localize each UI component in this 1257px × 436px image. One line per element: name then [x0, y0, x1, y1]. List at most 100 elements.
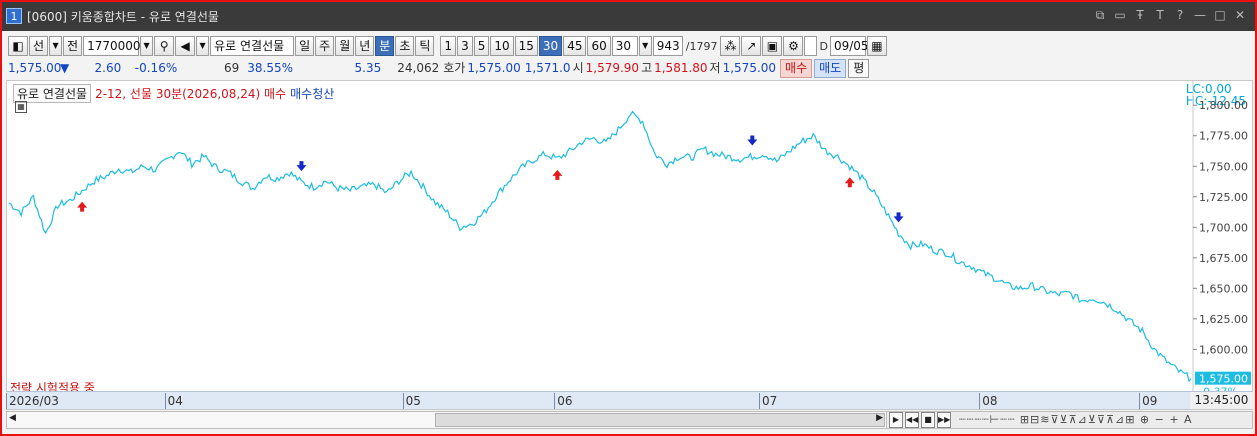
count-input[interactable]: 943 [652, 36, 683, 56]
period-second[interactable]: 초 [395, 36, 415, 56]
layout-icon[interactable]: ◧ [8, 36, 28, 56]
playback-controls: ▶ ◀◀ ■ ▶▶ [889, 412, 951, 428]
x-tick-label: 04 [164, 393, 183, 409]
y-tick-label: 1,750.00 [1199, 160, 1248, 173]
window-controls: ⧉ ▭ Ŧ T ? — □ ✕ [1093, 8, 1247, 23]
save-icon[interactable]: ▣ [762, 36, 783, 56]
chevron-down-icon[interactable]: ▼ [140, 36, 154, 56]
period-month[interactable]: 월 [335, 36, 355, 56]
value-2: 38.55% [247, 61, 293, 75]
low-price: 1,575.00 [722, 61, 777, 75]
interval-select[interactable]: 30 [611, 36, 638, 56]
speaker-icon[interactable]: ◀ [175, 36, 196, 56]
rewind-icon[interactable]: ◀◀ [905, 412, 919, 428]
interval-45[interactable]: 45 [563, 36, 587, 56]
interval-15[interactable]: 15 [514, 36, 538, 56]
zoom-tools[interactable]: ┈┈┈┈⊢┈┈ ⊞⊟≋⊽⊻⊼⊿⊻⊽⊼⊿⊞ ⊕ − + A [959, 412, 1252, 428]
code-input[interactable]: 17700000 [83, 36, 148, 56]
tile-icon[interactable]: ⧉ [1093, 8, 1107, 23]
price-change: 2.60 [94, 61, 122, 75]
interval-60[interactable]: 60 [587, 36, 611, 56]
change-percent: -0.16% [134, 61, 178, 75]
low-label: 저 [709, 61, 721, 75]
x-tick-label: 2026/03 [6, 393, 59, 409]
interval-10[interactable]: 10 [490, 36, 514, 56]
interval-5[interactable]: 5 [473, 36, 490, 56]
buy-signal-icon [77, 201, 88, 212]
buy-signal-icon [552, 169, 563, 180]
bottom-bar: ◀ ▶ ▶ ◀◀ ■ ▶▶ ┈┈┈┈⊢┈┈ ⊞⊟≋⊽⊻⊼⊿⊻⊽⊼⊿⊞ ⊕ − +… [6, 411, 1253, 429]
period-minute[interactable]: 분 [375, 36, 395, 56]
x-tick-label: 05 [402, 393, 421, 409]
y-tick-label: 1,775.00 [1199, 130, 1248, 143]
trend-tool-icon[interactable]: ↗ [741, 36, 762, 56]
product-name-field: 유로 연결선물 [210, 36, 295, 56]
gear-icon[interactable]: ⚙ [783, 36, 804, 56]
chevron-down-icon[interactable]: ▼ [196, 36, 210, 56]
x-tick-label: 09 [1139, 393, 1157, 409]
count-total: /1797 [685, 39, 718, 53]
scroll-right-icon[interactable]: ▶ [876, 413, 883, 423]
y-tick-label: 1,625.00 [1199, 313, 1248, 326]
window-title: [0600] 키움종합차트 - 유로 연결선물 [27, 10, 219, 24]
period-year[interactable]: 년 [355, 36, 375, 56]
volume: 24,062 [397, 61, 440, 75]
d-checkbox-label: D [819, 39, 828, 53]
copy-icon[interactable]: ▭ [1113, 8, 1127, 23]
current-price: 1,575.00 [8, 61, 62, 75]
quote-bar: 1,575.00 ▼ 2.60 -0.16% 69 38.55% 5.35 24… [8, 58, 1253, 79]
chevron-down-icon[interactable]: ▼ [49, 36, 63, 56]
value-1: 69 [223, 61, 240, 75]
open-label: 시 [572, 61, 584, 75]
interval-3[interactable]: 3 [457, 36, 473, 56]
interval-30[interactable]: 30 [538, 36, 563, 56]
interval-1[interactable]: 1 [440, 36, 457, 56]
down-arrow-icon: ▼ [60, 61, 70, 75]
value-3: 5.35 [354, 61, 382, 75]
sell-signal-icon [747, 135, 758, 146]
period-week[interactable]: 주 [315, 36, 335, 56]
title-bar: 1 [0600] 키움종합차트 - 유로 연결선물 ⧉ ▭ Ŧ T ? — □ … [2, 2, 1255, 31]
sell-button[interactable]: 매도 [814, 59, 847, 78]
zoom-icon[interactable]: ⁂ [720, 36, 741, 56]
eval-button[interactable]: 평 [848, 59, 870, 78]
close-icon[interactable]: ✕ [1233, 8, 1247, 23]
chart-scrollbar[interactable]: ◀ ▶ [7, 412, 887, 428]
chart-svg: 1,800.00 1,775.00 1,750.00 1,725.00 1,700.00… [8, 81, 1251, 391]
sell-signal-icon [296, 161, 307, 172]
open-price: 1,579.90 [585, 61, 640, 75]
high-price: 1,581.80 [654, 61, 708, 75]
pin-icon[interactable]: Ŧ [1133, 8, 1147, 23]
search-icon[interactable]: ⚲ [154, 36, 175, 56]
buy-button[interactable]: 매수 [780, 59, 813, 78]
price-chart-area[interactable]: 유로 연결선물 2-12, 선물 30분(2026,08,24) 매수 매수청산… [6, 80, 1253, 410]
chart-window: 1 [0600] 키움종합차트 - 유로 연결선물 ⧉ ▭ Ŧ T ? — □ … [0, 0, 1257, 436]
forward-icon[interactable]: ▶▶ [937, 412, 951, 428]
d-checkbox[interactable] [804, 36, 818, 56]
y-tick-label: 1,725.00 [1199, 191, 1248, 204]
price-line [8, 110, 1192, 383]
x-axis: 2026/03 04 05 06 07 08 09 [6, 391, 1190, 409]
last-price-label: 1,575.00 [1199, 373, 1248, 386]
minimize-icon[interactable]: — [1193, 8, 1207, 23]
window-number-icon[interactable]: 1 [6, 8, 22, 24]
font-icon[interactable]: T [1153, 8, 1167, 23]
scroll-thumb[interactable] [435, 413, 885, 427]
period-tick[interactable]: 틱 [415, 36, 435, 56]
high-label: 고 [641, 61, 653, 75]
all-button[interactable]: 전 [63, 36, 83, 56]
play-icon[interactable]: ▶ [889, 412, 903, 428]
calendar-icon[interactable]: ▦ [866, 36, 887, 56]
type-select[interactable]: 선 [29, 36, 49, 56]
scroll-left-icon[interactable]: ◀ [9, 413, 16, 423]
hoga-label: 호가 [443, 61, 466, 75]
y-tick-label: 1,600.00 [1199, 343, 1248, 356]
date-input[interactable]: 09/05 [829, 36, 869, 56]
maximize-icon[interactable]: □ [1213, 8, 1227, 23]
chevron-down-icon[interactable]: ▼ [638, 36, 652, 56]
sell-signal-icon [893, 212, 904, 223]
period-day[interactable]: 일 [295, 36, 315, 56]
x-tick-label: 07 [759, 393, 777, 409]
stop-icon[interactable]: ■ [921, 412, 935, 428]
help-icon[interactable]: ? [1173, 8, 1187, 23]
